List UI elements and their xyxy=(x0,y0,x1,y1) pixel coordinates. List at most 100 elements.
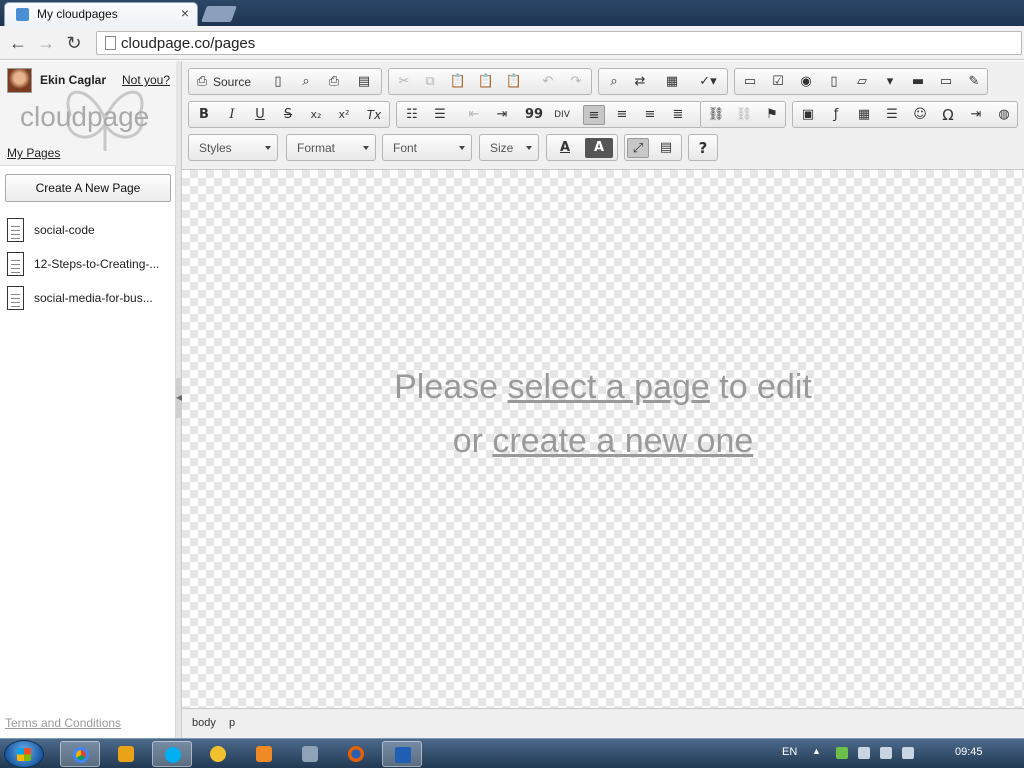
address-bar[interactable]: cloudpage.co/pages xyxy=(96,31,1022,55)
page-break-icon[interactable]: ⇥ xyxy=(965,105,987,125)
flash-icon[interactable]: ƒ xyxy=(825,105,847,125)
unlink-icon[interactable]: ⛓ xyxy=(733,105,755,125)
element-path-body[interactable]: body xyxy=(192,717,216,729)
decrease-indent-icon[interactable]: ⇤ xyxy=(463,105,485,125)
font-dropdown[interactable]: Font xyxy=(382,134,472,161)
text-color-button[interactable]: A xyxy=(551,138,579,158)
justify-icon[interactable]: ≣ xyxy=(667,105,689,125)
format-dropdown[interactable]: Format xyxy=(286,134,376,161)
element-path-p[interactable]: p xyxy=(229,717,235,729)
align-right-icon[interactable]: ≡ xyxy=(639,105,661,125)
horizontal-rule-icon[interactable]: ☰ xyxy=(881,105,903,125)
subscript-button[interactable]: x₂ xyxy=(305,105,327,125)
image-button-icon[interactable]: ▭ xyxy=(935,72,957,92)
tray-status-icon[interactable] xyxy=(836,747,848,759)
page-label[interactable]: social-media-for-bus... xyxy=(34,291,172,305)
select-page-link[interactable]: select a page xyxy=(508,368,710,406)
strike-button[interactable]: S xyxy=(277,105,299,125)
paste-icon[interactable]: 📋 xyxy=(447,72,469,92)
create-new-page-link[interactable]: create a new one xyxy=(492,422,753,460)
increase-indent-icon[interactable]: ⇥ xyxy=(491,105,513,125)
radio-icon[interactable]: ◉ xyxy=(795,72,817,92)
create-new-page-button[interactable]: Create A New Page xyxy=(5,174,171,202)
smiley-icon[interactable]: ☺ xyxy=(909,105,931,125)
remote-desktop-taskbar-button[interactable] xyxy=(382,741,422,767)
bold-button[interactable]: B xyxy=(193,105,215,125)
url-text[interactable]: cloudpage.co/pages xyxy=(121,35,255,52)
table-icon[interactable]: ▦ xyxy=(853,105,875,125)
text-field-icon[interactable]: ▯ xyxy=(823,72,845,92)
help-button[interactable]: ? xyxy=(692,138,714,158)
volume-icon[interactable] xyxy=(902,747,914,759)
select-all-icon[interactable]: ▦ xyxy=(661,72,683,92)
replace-icon[interactable]: ⇄ xyxy=(629,72,651,92)
underline-button[interactable]: U xyxy=(249,105,271,125)
select-field-icon[interactable]: ▾ xyxy=(879,72,901,92)
anchor-flag-icon[interactable]: ⚑ xyxy=(761,105,783,125)
messenger-taskbar-button[interactable] xyxy=(198,741,238,767)
browser-tab[interactable]: My cloudpages × xyxy=(4,2,198,26)
outlook-taskbar-button[interactable] xyxy=(106,741,146,767)
undo-icon[interactable]: ↶ xyxy=(537,72,559,92)
button-field-icon[interactable]: ▬ xyxy=(907,72,929,92)
language-indicator[interactable]: EN xyxy=(782,746,797,758)
align-center-icon[interactable]: ≡ xyxy=(611,105,633,125)
bulleted-list-icon[interactable]: ☰ xyxy=(429,105,451,125)
form-icon[interactable]: ▭ xyxy=(739,72,761,92)
background-color-button[interactable]: A xyxy=(585,138,613,158)
size-dropdown[interactable]: Size xyxy=(479,134,539,161)
network-icon[interactable] xyxy=(880,747,892,759)
special-character-icon[interactable]: Ω xyxy=(937,105,959,125)
iframe-globe-icon[interactable]: ◍ xyxy=(993,105,1015,125)
terms-link[interactable]: Terms and Conditions xyxy=(5,716,121,730)
clock[interactable]: 09:45 xyxy=(955,746,983,758)
remove-format-button[interactable]: Tx xyxy=(363,105,385,125)
back-arrow-icon[interactable]: ← xyxy=(8,33,28,53)
spellcheck-icon[interactable]: ✓▾ xyxy=(691,72,725,92)
source-button[interactable]: Source xyxy=(213,75,251,89)
page-list-item[interactable]: social-code xyxy=(5,218,173,244)
hidden-field-icon[interactable]: ✎ xyxy=(963,72,985,92)
checkbox-icon[interactable]: ☑ xyxy=(767,72,789,92)
print-icon[interactable]: ⎙ xyxy=(323,72,345,92)
show-blocks-icon[interactable]: ▤ xyxy=(655,138,677,158)
find-icon[interactable]: ⌕ xyxy=(603,72,625,92)
new-tab-button[interactable] xyxy=(201,6,237,22)
link-icon[interactable]: ⛓ xyxy=(705,105,727,125)
preview-icon[interactable]: ⌕ xyxy=(295,72,317,92)
new-page-icon[interactable]: ▯ xyxy=(267,72,289,92)
page-list-item[interactable]: 12-Steps-to-Creating-... xyxy=(5,252,173,278)
copy-icon[interactable]: ⧉ xyxy=(419,72,441,92)
settings-taskbar-button[interactable] xyxy=(290,741,330,767)
paste-text-icon[interactable]: 📋 xyxy=(475,72,497,92)
page-list-item[interactable]: social-media-for-bus... xyxy=(5,286,173,312)
blockquote-button[interactable]: 99 xyxy=(523,105,545,125)
align-left-icon[interactable]: ≡ xyxy=(583,105,605,125)
start-button[interactable] xyxy=(4,740,44,768)
italic-button[interactable]: I xyxy=(221,105,243,125)
show-hidden-icons-icon[interactable]: ▲ xyxy=(812,746,821,756)
cut-icon[interactable]: ✂ xyxy=(393,72,415,92)
page-label[interactable]: social-code xyxy=(34,223,172,237)
styles-dropdown[interactable]: Styles xyxy=(188,134,278,161)
reload-icon[interactable]: ↻ xyxy=(64,33,84,53)
editor-canvas[interactable]: Please select a page to edit or create a… xyxy=(182,169,1024,709)
tab-close-icon[interactable]: × xyxy=(181,5,189,21)
firefox-taskbar-button[interactable] xyxy=(336,741,376,767)
textarea-icon[interactable]: ▱ xyxy=(851,72,873,92)
skype-taskbar-button[interactable] xyxy=(152,741,192,767)
div-container-icon[interactable]: DIV xyxy=(551,105,573,125)
chrome-taskbar-button[interactable] xyxy=(60,741,100,767)
numbered-list-icon[interactable]: ☷ xyxy=(401,105,423,125)
maximize-icon[interactable]: ⤢ xyxy=(627,138,649,158)
redo-icon[interactable]: ↷ xyxy=(565,72,587,92)
superscript-button[interactable]: x² xyxy=(333,105,355,125)
forward-arrow-icon[interactable]: → xyxy=(36,33,56,53)
paste-word-icon[interactable]: 📋 xyxy=(503,72,525,92)
media-player-taskbar-button[interactable] xyxy=(244,741,284,767)
tray-device-icon[interactable] xyxy=(858,747,870,759)
my-pages-link[interactable]: My Pages xyxy=(7,146,60,160)
image-icon[interactable]: ▣ xyxy=(797,105,819,125)
templates-icon[interactable]: ▤ xyxy=(353,72,375,92)
page-label[interactable]: 12-Steps-to-Creating-... xyxy=(34,257,172,271)
